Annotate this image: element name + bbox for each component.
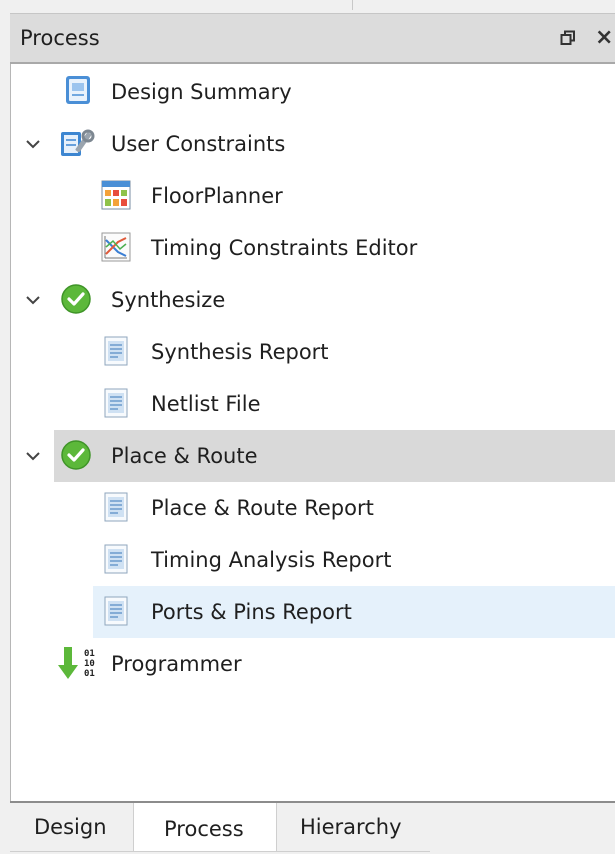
tree-item-label: Synthesize [111,288,226,312]
restore-window-icon[interactable] [560,30,576,46]
tree-item-design-summary[interactable]: Design Summary [11,66,615,118]
tree-item-programmer[interactable]: 01 10 01 Programmer [11,638,615,690]
tree-item-place-route[interactable]: Place & Route [11,430,615,482]
report-document-icon [104,492,128,522]
tree-item-label: Ports & Pins Report [151,600,352,624]
report-document-icon [104,336,128,366]
splitter-tick [352,0,353,10]
svg-text:01: 01 [84,649,95,659]
tree-item-floorplanner[interactable]: FloorPlanner [11,170,615,222]
report-document-icon [104,544,128,574]
tab-process[interactable]: Process [133,803,277,852]
tab-label: Hierarchy [300,815,402,839]
close-icon[interactable]: × [595,25,613,50]
report-document-icon [104,388,128,418]
tab-hierarchy[interactable]: Hierarchy [280,803,430,851]
tree-item-place-route-report[interactable]: Place & Route Report [11,482,615,534]
check-circle-icon [61,284,91,314]
tree-item-label: Netlist File [151,392,261,416]
bottom-tab-strip: Design Process Hierarchy [10,803,615,854]
floorplanner-icon [101,180,131,210]
tab-label: Process [164,817,244,841]
svg-text:10: 10 [84,659,95,669]
tree-item-label: FloorPlanner [151,184,283,208]
programmer-download-icon: 01 10 01 [58,647,95,679]
tree-item-label: Synthesis Report [151,340,329,364]
tab-label: Design [34,815,107,839]
tree-item-timing-constraints-editor[interactable]: Timing Constraints Editor [11,222,615,274]
tab-design[interactable]: Design [24,803,129,851]
tree-item-timing-analysis-report[interactable]: Timing Analysis Report [11,534,615,586]
tree-item-label: Place & Route [111,444,258,468]
user-constraints-icon [61,129,95,156]
tree-item-ports-pins-report[interactable]: Ports & Pins Report [11,586,615,638]
tree-item-label: Place & Route Report [151,496,374,520]
panel-title-bar[interactable]: Process × [10,13,615,63]
check-circle-icon [61,440,91,470]
chevron-down-icon[interactable] [25,136,41,152]
tree-item-synthesis-report[interactable]: Synthesis Report [11,326,615,378]
tree-item-user-constraints[interactable]: User Constraints [11,118,615,170]
top-strip [0,0,615,12]
process-tree-panel: Design Summary User Constraints FloorPla… [10,64,615,802]
panel-title: Process [20,26,100,50]
tree-item-synthesize[interactable]: Synthesize [11,274,615,326]
svg-text:01: 01 [84,669,95,679]
timing-constraints-icon [101,232,131,262]
design-summary-icon [66,76,90,104]
tree-item-label: Timing Analysis Report [151,548,392,572]
tree-item-label: Timing Constraints Editor [151,236,418,260]
tree-item-netlist-file[interactable]: Netlist File [11,378,615,430]
chevron-down-icon[interactable] [25,292,41,308]
chevron-down-icon[interactable] [25,448,41,464]
tree-item-label: Design Summary [111,80,292,104]
report-document-icon [104,596,128,626]
tree-item-label: Programmer [111,652,242,676]
tree-item-label: User Constraints [111,132,286,156]
